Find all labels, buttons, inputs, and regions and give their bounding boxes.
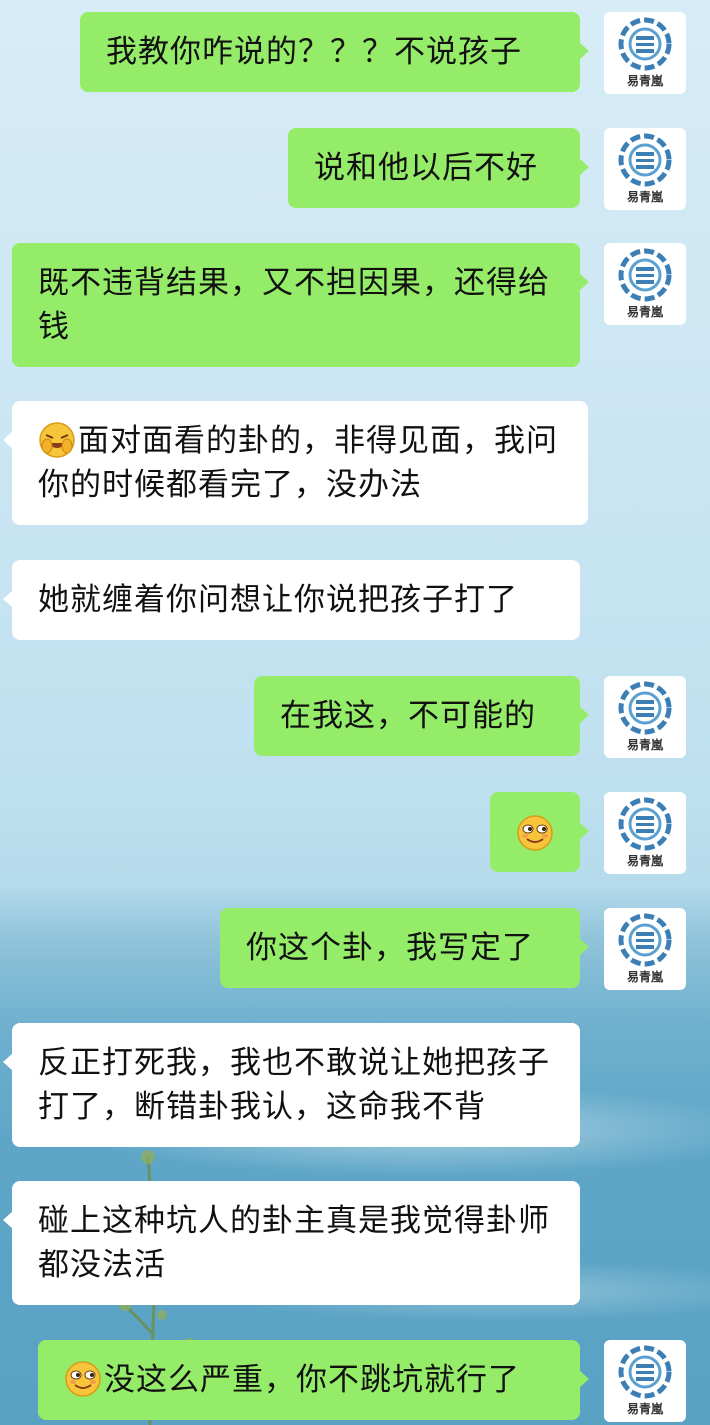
message-text: 没这么严重，你不跳坑就行了 (104, 1362, 520, 1398)
avatar-name: 易青嵐 (626, 305, 663, 319)
message-bubble-sent[interactable]: 没这么严重，你不跳坑就行了 (38, 1340, 589, 1420)
message-bubble-received[interactable]: 反正打死我，我也不敢说让她把孩子打了，断错卦我认，这命我不背 (3, 1023, 580, 1147)
avatar-name: 易青嵐 (626, 190, 663, 204)
self-avatar[interactable]: 易青嵐 (604, 676, 686, 758)
message-bubble-sent[interactable] (490, 792, 589, 872)
self-avatar[interactable]: 易青嵐 (604, 243, 686, 325)
message-text: 碰上这种坑人的卦主真是我觉得卦师都没法活 (38, 1203, 550, 1283)
smug-smile-emoji-icon (517, 815, 553, 851)
message-text: 她就缠着你问想让你说把孩子打了 (38, 582, 518, 618)
avatar-name: 易青嵐 (626, 854, 663, 868)
avatar-logo-icon (618, 133, 672, 187)
message-bubble-sent[interactable]: 既不违背结果，又不担因果，还得给钱 (12, 243, 589, 367)
message-text: 反正打死我，我也不敢说让她把孩子打了，断错卦我认，这命我不背 (38, 1045, 550, 1125)
message-bubble-sent[interactable]: 我教你咋说的？？？不说孩子 (80, 12, 589, 92)
avatar-name: 易青嵐 (626, 970, 663, 984)
avatar-name: 易青嵐 (626, 1402, 663, 1416)
message-bubble-received[interactable]: 面对面看的卦的，非得见面，我问你的时候都看完了，没办法 (3, 401, 588, 525)
message-text: 我教你咋说的？？？不说孩子 (106, 34, 522, 70)
message-text: 既不违背结果，又不担因果，还得给钱 (38, 265, 550, 345)
self-avatar[interactable]: 易青嵐 (604, 908, 686, 990)
avatar-logo-icon (618, 248, 672, 302)
self-avatar[interactable]: 易青嵐 (604, 128, 686, 210)
message-bubble-sent[interactable]: 在我这，不可能的 (254, 676, 589, 756)
avatar-logo-icon (618, 797, 672, 851)
message-bubble-sent[interactable]: 你这个卦，我写定了 (220, 908, 589, 988)
avatar-logo-icon (618, 681, 672, 735)
avatar-logo-icon (618, 1345, 672, 1399)
facepalm-laugh-emoji-icon (39, 422, 75, 458)
avatar-logo-icon (618, 913, 672, 967)
avatar-logo-icon (618, 17, 672, 71)
message-text: 在我这，不可能的 (280, 698, 536, 734)
message-text: 你这个卦，我写定了 (246, 930, 534, 966)
self-avatar[interactable]: 易青嵐 (604, 1340, 686, 1422)
avatar-name: 易青嵐 (626, 738, 663, 752)
message-text: 面对面看的卦的，非得见面，我问你的时候都看完了，没办法 (38, 423, 558, 503)
message-bubble-received[interactable]: 她就缠着你问想让你说把孩子打了 (3, 560, 580, 640)
self-avatar[interactable]: 易青嵐 (604, 12, 686, 94)
message-bubble-sent[interactable]: 说和他以后不好 (288, 128, 589, 208)
self-avatar[interactable]: 易青嵐 (604, 792, 686, 874)
message-bubble-received[interactable]: 碰上这种坑人的卦主真是我觉得卦师都没法活 (3, 1181, 580, 1305)
message-text: 说和他以后不好 (314, 150, 538, 186)
smug-smile-emoji-icon (65, 1361, 101, 1397)
avatar-name: 易青嵐 (626, 74, 663, 88)
